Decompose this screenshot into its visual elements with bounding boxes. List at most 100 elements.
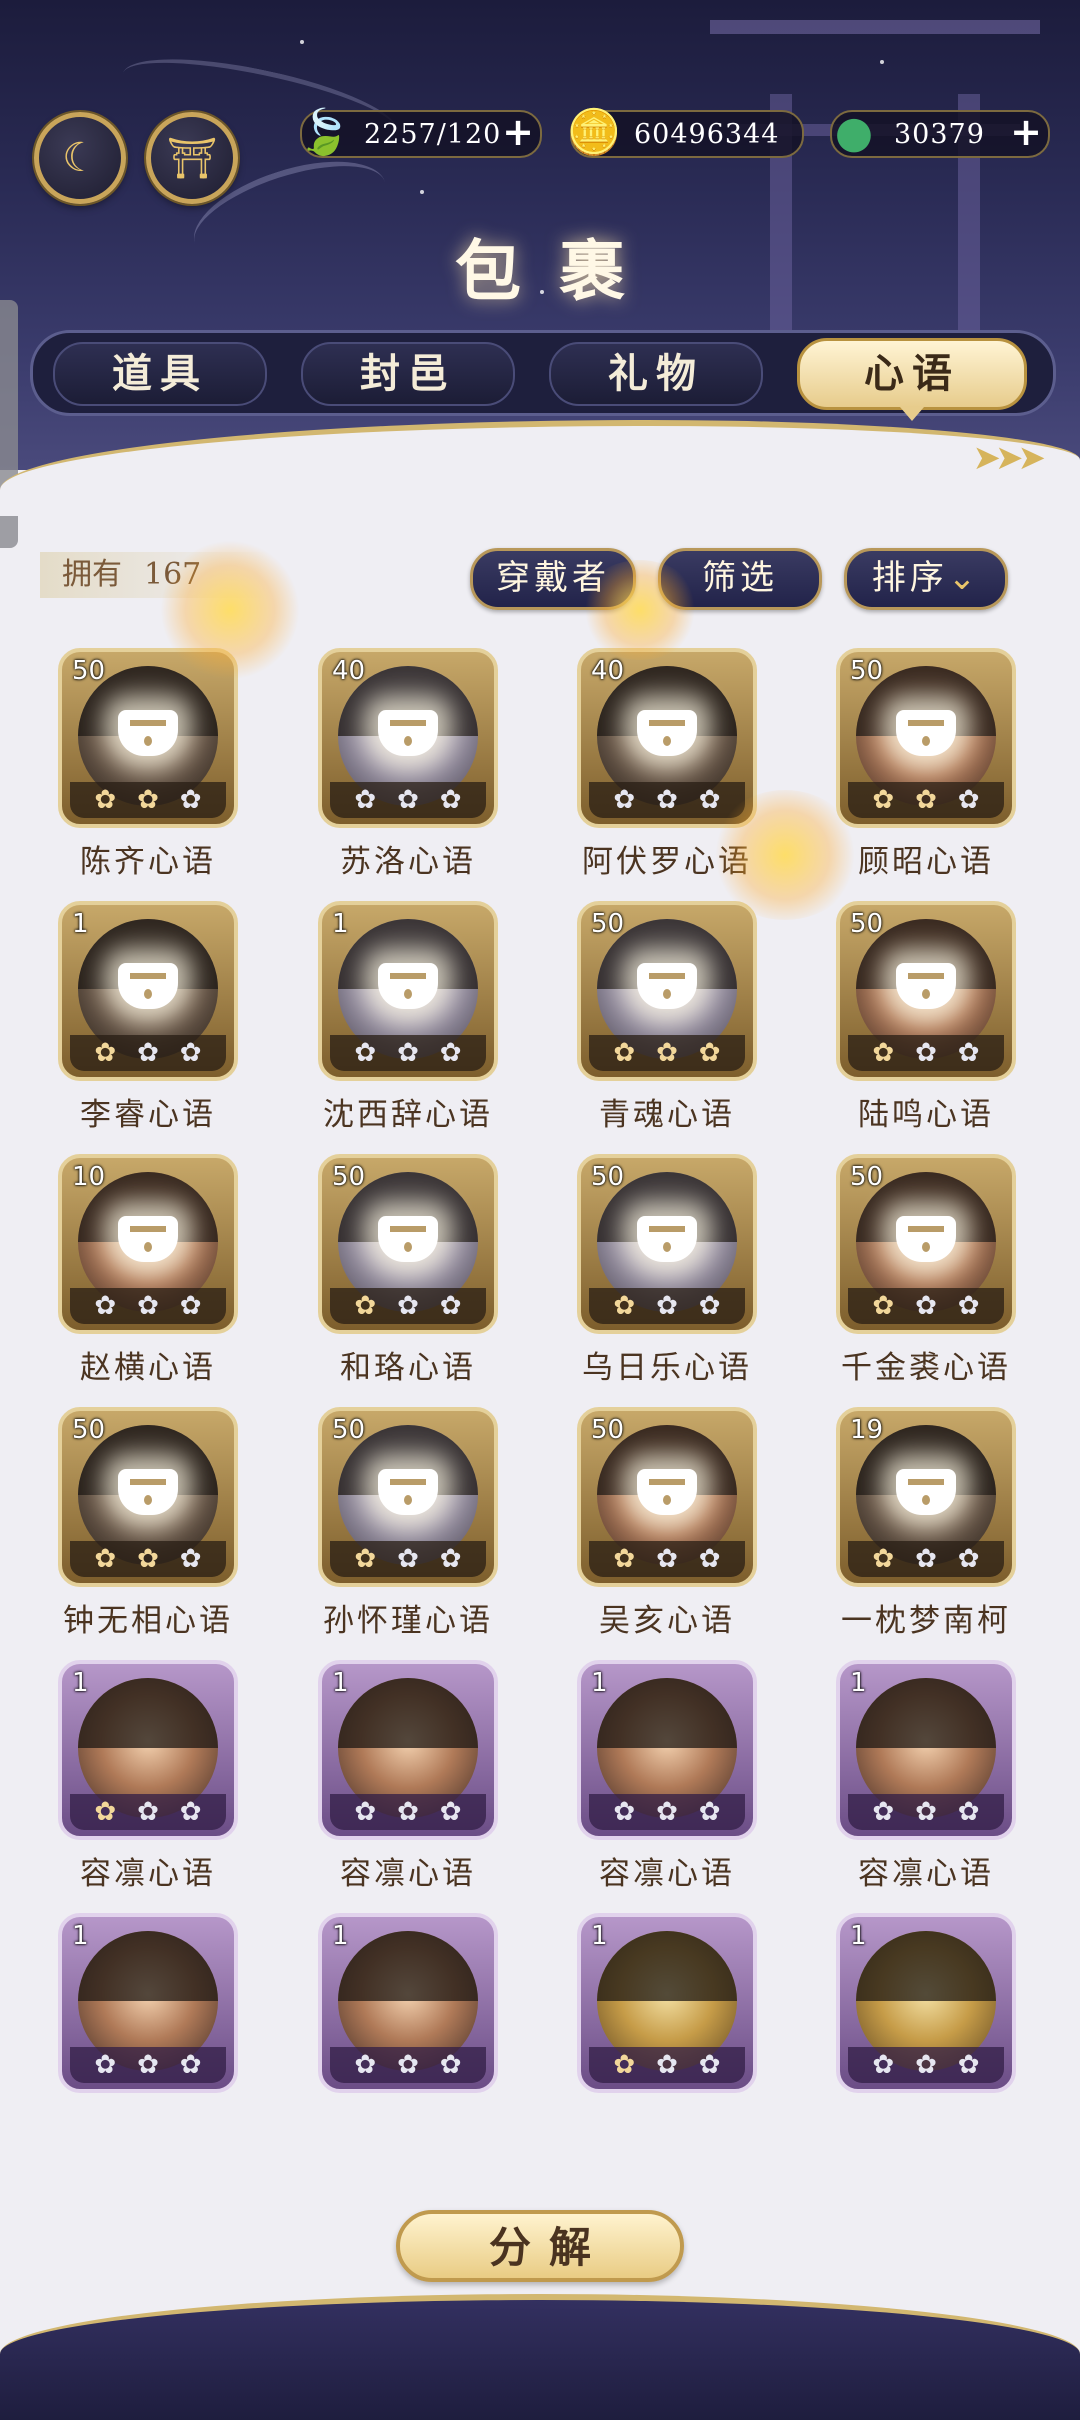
heart-word-item[interactable]: 50 ✿ ✿ ✿ 顾昭心语 xyxy=(836,648,1022,888)
blossom-star-icon: ✿ xyxy=(137,2050,159,2080)
blossom-star-icon: ✿ xyxy=(915,1291,937,1321)
heart-word-item[interactable]: 1 ✿ ✿ ✿ 李睿心语 xyxy=(58,901,244,1141)
star-rating: ✿ ✿ ✿ xyxy=(70,782,226,818)
item-frame: 40 ✿ ✿ ✿ xyxy=(577,648,757,828)
item-level: 1 xyxy=(850,1921,867,1951)
sort-button[interactable]: 排序⌄ xyxy=(844,548,1008,610)
heart-word-item[interactable]: 1 ✿ ✿ ✿ xyxy=(577,1913,763,2108)
heart-word-item[interactable]: 50 ✿ ✿ ✿ 陈齐心语 xyxy=(58,648,244,888)
blossom-star-icon: ✿ xyxy=(656,785,678,815)
blossom-star-icon: ✿ xyxy=(94,785,117,815)
footer-wave-decoration xyxy=(0,2294,1080,2420)
item-frame: 50 ✿ ✿ ✿ xyxy=(836,901,1016,1081)
item-name: 陆鸣心语 xyxy=(858,1097,994,1133)
blossom-star-icon: ✿ xyxy=(354,1038,377,1068)
blossom-star-icon: ✿ xyxy=(179,2050,202,2080)
item-level: 1 xyxy=(850,1668,867,1698)
pavilion-button[interactable]: ⛩ xyxy=(146,112,238,204)
heart-word-item[interactable]: 1 ✿ ✿ ✿ 容凛心语 xyxy=(58,1660,244,1900)
heart-word-item[interactable]: 50 ✿ ✿ ✿ 孙怀瑾心语 xyxy=(318,1407,504,1647)
blossom-star-icon: ✿ xyxy=(872,1544,895,1574)
tab-heart-words[interactable]: 心语 xyxy=(797,338,1027,421)
leaf-plus-button[interactable]: + xyxy=(502,113,534,151)
heart-word-item[interactable]: 1 ✿ ✿ ✿ xyxy=(318,1913,504,2108)
star-rating: ✿ ✿ ✿ xyxy=(848,1035,1004,1071)
star-rating: ✿ ✿ ✿ xyxy=(70,2047,226,2083)
item-name: 赵横心语 xyxy=(80,1350,216,1386)
heart-word-item[interactable]: 19 ✿ ✿ ✿ 一枕梦南柯 xyxy=(836,1407,1022,1647)
item-level: 50 xyxy=(72,1415,106,1445)
item-level: 50 xyxy=(72,656,106,686)
tab-fief[interactable]: 封邑 xyxy=(301,342,515,406)
blossom-star-icon: ✿ xyxy=(957,2050,980,2080)
glow-sparkle-effect xyxy=(580,560,700,660)
heart-word-item[interactable]: 1 ✿ ✿ ✿ xyxy=(58,1913,244,2108)
heart-word-item[interactable]: 1 ✿ ✿ ✿ 沈西辞心语 xyxy=(318,901,504,1141)
lock-icon xyxy=(637,1469,697,1515)
blossom-star-icon: ✿ xyxy=(872,2050,895,2080)
header-banner: ☾ ⛩ 🍃 2257/120 + 🪙 60496344 ● 30379 + 包裹… xyxy=(0,0,1080,470)
blossom-star-icon: ✿ xyxy=(439,2050,462,2080)
item-frame: 50 ✿ ✿ ✿ xyxy=(577,1407,757,1587)
item-name: 吴亥心语 xyxy=(599,1603,735,1639)
lock-icon xyxy=(118,710,178,756)
blossom-star-icon: ✿ xyxy=(179,785,202,815)
item-level: 1 xyxy=(72,1668,89,1698)
blossom-star-icon: ✿ xyxy=(915,2050,937,2080)
blossom-star-icon: ✿ xyxy=(915,1544,937,1574)
heart-word-item[interactable]: 1 ✿ ✿ ✿ 容凛心语 xyxy=(577,1660,763,1900)
heart-word-item[interactable]: 50 ✿ ✿ ✿ 陆鸣心语 xyxy=(836,901,1022,1141)
tab-items[interactable]: 道具 xyxy=(53,342,267,406)
blossom-star-icon: ✿ xyxy=(698,1797,721,1827)
blossom-star-icon: ✿ xyxy=(179,1038,202,1068)
lock-icon xyxy=(896,1469,956,1515)
item-frame: 1 ✿ ✿ ✿ xyxy=(836,1913,1016,2093)
item-name: 容凛心语 xyxy=(858,1856,994,1892)
item-level: 1 xyxy=(72,909,89,939)
heart-word-item[interactable]: 50 ✿ ✿ ✿ 吴亥心语 xyxy=(577,1407,763,1647)
blossom-star-icon: ✿ xyxy=(397,1544,419,1574)
item-frame: 10 ✿ ✿ ✿ xyxy=(58,1154,238,1334)
heart-word-item[interactable]: 50 ✿ ✿ ✿ 乌日乐心语 xyxy=(577,1154,763,1394)
jade-plus-button[interactable]: + xyxy=(1010,113,1042,151)
blossom-star-icon: ✿ xyxy=(354,785,377,815)
item-name: 陈齐心语 xyxy=(80,844,216,880)
lock-icon xyxy=(896,710,956,756)
heart-word-item[interactable]: 50 ✿ ✿ ✿ 千金裘心语 xyxy=(836,1154,1022,1394)
heart-word-item[interactable]: 50 ✿ ✿ ✿ 和珞心语 xyxy=(318,1154,504,1394)
back-moon-button[interactable]: ☾ xyxy=(34,112,126,204)
item-level: 1 xyxy=(72,1921,89,1951)
item-frame: 50 ✿ ✿ ✿ xyxy=(577,1154,757,1334)
lock-icon xyxy=(378,963,438,1009)
item-frame: 1 ✿ ✿ ✿ xyxy=(577,1913,757,2093)
blossom-star-icon: ✿ xyxy=(439,1797,462,1827)
heart-word-item[interactable]: 1 ✿ ✿ ✿ xyxy=(836,1913,1022,2108)
blossom-star-icon: ✿ xyxy=(957,1038,980,1068)
item-level: 50 xyxy=(591,1162,625,1192)
item-name: 孙怀瑾心语 xyxy=(323,1603,493,1639)
blossom-star-icon: ✿ xyxy=(397,1797,419,1827)
blossom-star-icon: ✿ xyxy=(179,1544,202,1574)
item-name: 容凛心语 xyxy=(80,1856,216,1892)
heart-word-item[interactable]: 10 ✿ ✿ ✿ 赵横心语 xyxy=(58,1154,244,1394)
heart-word-item[interactable]: 40 ✿ ✿ ✿ 苏洛心语 xyxy=(318,648,504,888)
blossom-star-icon: ✿ xyxy=(397,2050,419,2080)
item-level: 50 xyxy=(591,909,625,939)
blossom-star-icon: ✿ xyxy=(137,1797,159,1827)
heart-word-item[interactable]: 1 ✿ ✿ ✿ 容凛心语 xyxy=(318,1660,504,1900)
item-level: 50 xyxy=(850,909,884,939)
heart-word-item[interactable]: 50 ✿ ✿ ✿ 钟无相心语 xyxy=(58,1407,244,1647)
star-rating: ✿ ✿ ✿ xyxy=(589,1035,745,1071)
arrows-decoration-icon: ➤➤➤ xyxy=(972,438,1047,478)
heart-word-item[interactable]: 1 ✿ ✿ ✿ 容凛心语 xyxy=(836,1660,1022,1900)
star-rating: ✿ ✿ ✿ xyxy=(589,1288,745,1324)
star-rating: ✿ ✿ ✿ xyxy=(70,1035,226,1071)
blossom-star-icon: ✿ xyxy=(439,1544,462,1574)
blossom-star-icon: ✿ xyxy=(656,2050,678,2080)
tab-gifts[interactable]: 礼物 xyxy=(549,342,763,406)
heart-word-item[interactable]: 50 ✿ ✿ ✿ 青魂心语 xyxy=(577,901,763,1141)
item-level: 1 xyxy=(591,1668,608,1698)
item-name: 钟无相心语 xyxy=(63,1603,233,1639)
coin-icon: 🪙 xyxy=(566,107,622,158)
decompose-button[interactable]: 分解 xyxy=(396,2210,684,2282)
